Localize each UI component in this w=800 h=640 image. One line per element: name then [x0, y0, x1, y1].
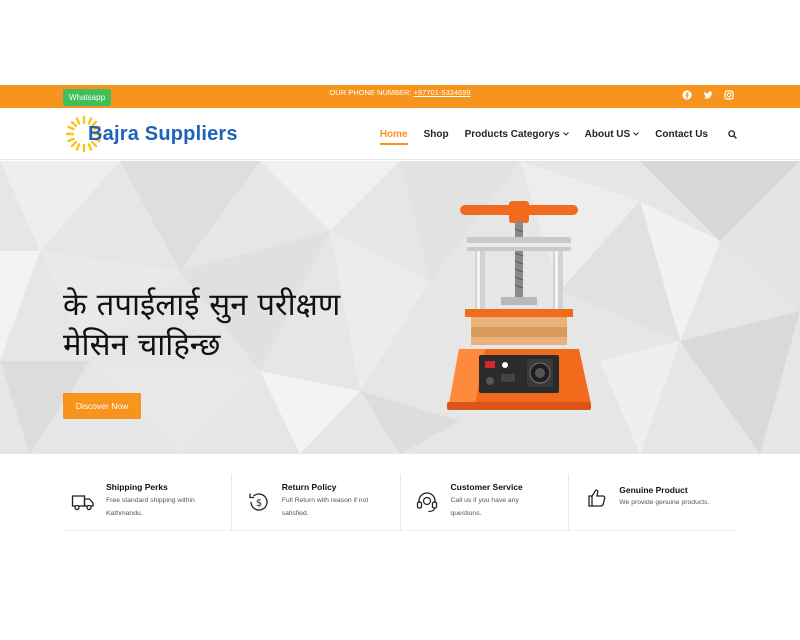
feature-title: Customer Service	[450, 482, 523, 492]
feature-description: Free standard shipping within Kathmandu.	[106, 497, 195, 517]
feature-return: $ Return Policy Full Return with reason …	[232, 474, 401, 530]
chevron-down-icon	[562, 132, 569, 136]
phone-number-link[interactable]: +97701-5324699	[414, 88, 471, 97]
site-logo[interactable]: Bajra Suppliers	[64, 114, 238, 154]
truck-icon	[71, 495, 94, 511]
search-icon[interactable]	[728, 129, 737, 139]
instagram-icon[interactable]	[724, 90, 734, 100]
feature-description: We provide genuine products.	[619, 499, 710, 506]
headset-icon	[416, 492, 437, 513]
feature-title: Return Policy	[281, 482, 337, 492]
discover-now-button[interactable]: Discover Now	[63, 393, 141, 419]
main-navbar: Bajra Suppliers Home Shop Products Categ…	[0, 108, 800, 160]
nav-shop[interactable]: Shop	[424, 129, 449, 140]
facebook-icon[interactable]	[682, 90, 692, 100]
main-menu: Home Shop Products Categorys About US Co…	[364, 108, 737, 160]
svg-text:$: $	[256, 498, 262, 509]
nav-about[interactable]: About US	[585, 129, 640, 140]
phone-label: OUR PHONE NUMBER:	[329, 88, 414, 97]
nav-home[interactable]: Home	[379, 129, 408, 145]
gold-testing-machine-image	[447, 201, 591, 410]
brand-name: Bajra Suppliers	[88, 122, 238, 145]
dollar-return-icon: $	[249, 493, 268, 511]
twitter-icon[interactable]	[703, 90, 713, 100]
nav-products-categories[interactable]: Products Categorys	[465, 129, 569, 140]
social-links	[682, 90, 734, 100]
nav-contact[interactable]: Contact Us	[655, 129, 708, 140]
feature-customer-service: Customer Service Call us if you have any…	[401, 474, 570, 530]
feature-title: Shipping Perks	[106, 482, 168, 492]
hero-banner: के तपाईलाई सुन परीक्षण मेसिन चाहिन्छ Dis…	[0, 161, 800, 454]
feature-shipping: Shipping Perks Free standard shipping wi…	[63, 474, 232, 530]
feature-title: Genuine Product	[619, 485, 688, 495]
hero-title: के तपाईलाई सुन परीक्षण मेसिन चाहिन्छ	[63, 287, 341, 363]
features-strip: Shipping Perks Free standard shipping wi…	[63, 474, 737, 531]
nav-products-label: Products Categorys	[464, 128, 560, 140]
top-bar: Whatsapp OUR PHONE NUMBER: +97701-532469…	[0, 85, 800, 108]
chevron-down-icon	[633, 132, 640, 136]
feature-description: Full Return with reason if not satisfied…	[281, 497, 369, 517]
thumbs-up-icon	[588, 489, 606, 507]
feature-genuine-product: Genuine Product We provide genuine produ…	[569, 474, 737, 530]
feature-description: Call us if you have any questions.	[450, 497, 519, 517]
phone-info: OUR PHONE NUMBER: +97701-5324699	[0, 88, 800, 97]
nav-about-label: About US	[584, 128, 631, 140]
